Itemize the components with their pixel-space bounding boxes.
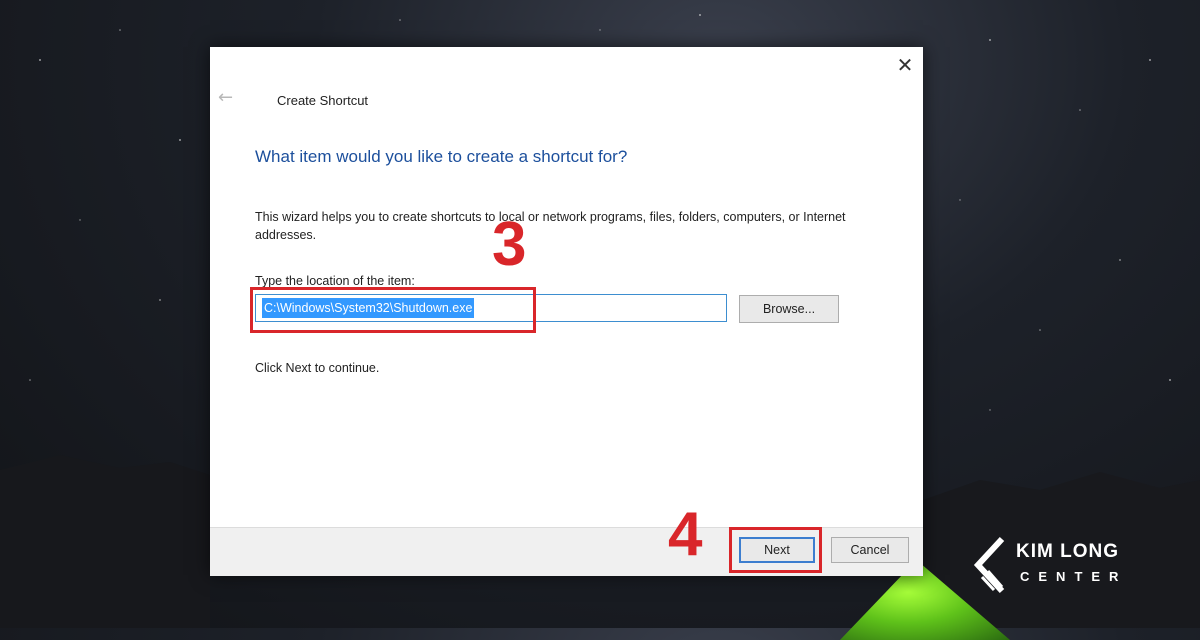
kim-long-center-logo: KIM LONG CENTER <box>968 535 1168 595</box>
continue-hint: Click Next to continue. <box>255 361 380 375</box>
dialog-title: Create Shortcut <box>277 93 369 108</box>
logo-text-main: KIM LONG <box>1016 541 1119 562</box>
close-icon[interactable]: ✕ <box>893 53 917 77</box>
logo-text-sub: CENTER <box>1020 569 1128 584</box>
step4-highlight-box <box>729 527 822 573</box>
page-heading: What item would you like to create a sho… <box>255 147 628 166</box>
step3-number: 3 <box>492 210 527 279</box>
logo-chevron-icon <box>973 536 1005 594</box>
step3-highlight-box <box>250 287 536 333</box>
intro-text: This wizard helps you to create shortcut… <box>255 210 846 242</box>
back-arrow-icon[interactable]: ← <box>218 87 233 108</box>
cancel-button[interactable]: Cancel <box>831 537 909 563</box>
step4-number: 4 <box>668 500 703 569</box>
browse-button[interactable]: Browse... <box>739 295 839 323</box>
location-label: Type the location of the item: <box>255 274 415 288</box>
